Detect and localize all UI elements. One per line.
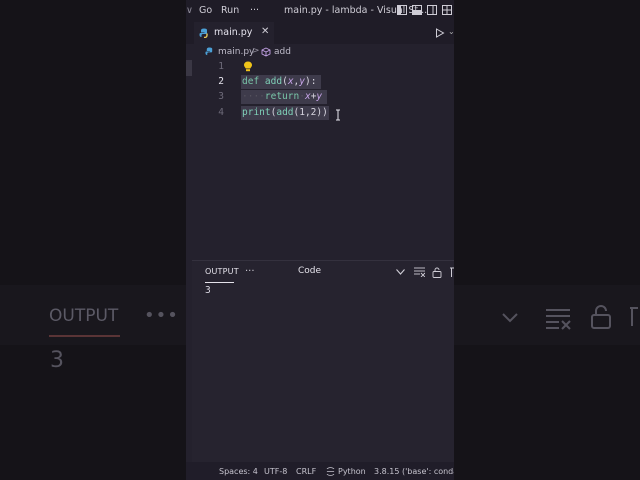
background-tab-underline: [49, 335, 120, 337]
panel-more-button[interactable]: ···: [245, 266, 255, 277]
menu-go[interactable]: Go: [199, 5, 212, 16]
toggle-sidebar-icon[interactable]: [397, 5, 407, 15]
code-line-2: def add(x,y):: [242, 76, 316, 87]
output-text: 3: [205, 285, 211, 296]
run-python-file-icon[interactable]: [435, 28, 445, 38]
background-output-value: 3: [50, 348, 64, 373]
python-file-icon: [199, 28, 208, 38]
breadcrumb-python-icon: [205, 47, 213, 56]
background-chevron-down-icon: [502, 313, 518, 323]
call-args: (1,2)): [293, 107, 328, 118]
customize-layout-icon[interactable]: [442, 5, 452, 15]
tab-close-icon[interactable]: ✕: [261, 26, 269, 37]
output-channel-select[interactable]: Code: [298, 266, 321, 276]
toggle-panel-icon[interactable]: [412, 5, 422, 15]
titlebar-cut-menu: ∨: [186, 5, 193, 16]
function-symbol-icon: [261, 47, 271, 57]
code-line-4: print(add(1,2)): [242, 107, 328, 118]
background-lock-icon: [591, 305, 611, 329]
paren-close: ):: [305, 76, 317, 87]
line-number-4: 4: [218, 107, 224, 118]
keyword-return: return: [264, 91, 300, 102]
run-options-chevron-icon[interactable]: ⌄: [448, 27, 454, 36]
status-language[interactable]: Python: [338, 467, 366, 476]
status-bar: Spaces: 4 UTF-8 CRLF Python 3.8.15 ('bas…: [186, 462, 454, 480]
breadcrumb: main.py > add: [186, 44, 454, 60]
menu-run[interactable]: Run: [221, 5, 239, 16]
toggle-secondary-sidebar-icon[interactable]: [427, 5, 437, 15]
line-number-2: 2: [218, 76, 224, 87]
code-editor[interactable]: 1 2 3 4 def add(x,y): ····return·x+y pri…: [186, 60, 454, 260]
background-more-icon: •••: [144, 305, 179, 326]
clear-output-icon[interactable]: [414, 267, 425, 277]
keyword-def: def: [242, 76, 260, 87]
tab-bar: main.py ✕ ⌄: [186, 22, 454, 44]
breadcrumb-symbol[interactable]: add: [274, 47, 291, 57]
code-line-3: ····return·x+y: [242, 91, 323, 102]
status-interpreter[interactable]: 3.8.15 ('base': conda): [374, 467, 454, 476]
panel-overflow-icon[interactable]: [448, 267, 454, 278]
tab-label: main.py: [214, 27, 253, 38]
vscode-window: ∨ Go Run ··· main.py - lambda - Visual S…: [186, 0, 454, 480]
print-call: print: [242, 107, 271, 118]
title-bar: ∨ Go Run ··· main.py - lambda - Visual S…: [186, 0, 454, 22]
background-clear-output-icon: [546, 309, 571, 330]
menu-more[interactable]: ···: [250, 5, 259, 16]
tab-output[interactable]: OUTPUT: [205, 267, 239, 276]
line-number-1: 1: [218, 61, 224, 72]
lightbulb-icon[interactable]: [243, 61, 253, 72]
lock-scroll-icon[interactable]: [432, 267, 442, 278]
status-encoding[interactable]: UTF-8: [264, 467, 287, 476]
active-tab-underline: [205, 282, 234, 283]
status-language-icon: [326, 467, 335, 476]
scroll-indicator: [186, 60, 192, 76]
breadcrumb-separator: >: [252, 46, 260, 56]
chevron-down-icon[interactable]: [396, 269, 405, 275]
return-y: y: [316, 91, 323, 102]
line-number-3: 3: [218, 91, 224, 102]
breadcrumb-file[interactable]: main.py: [218, 47, 254, 57]
output-panel: OUTPUT ··· Code 3: [192, 260, 454, 463]
tab-main-py[interactable]: main.py ✕: [194, 22, 274, 44]
function-name: add: [264, 76, 283, 87]
status-indentation[interactable]: Spaces: 4: [219, 467, 258, 476]
text-cursor-icon: [336, 109, 340, 121]
add-call: add: [276, 107, 294, 118]
indent-guide: ····: [242, 91, 265, 102]
background-edge-icon: [630, 307, 638, 326]
status-eol[interactable]: CRLF: [296, 467, 316, 476]
background-output-label: OUTPUT: [49, 306, 119, 326]
